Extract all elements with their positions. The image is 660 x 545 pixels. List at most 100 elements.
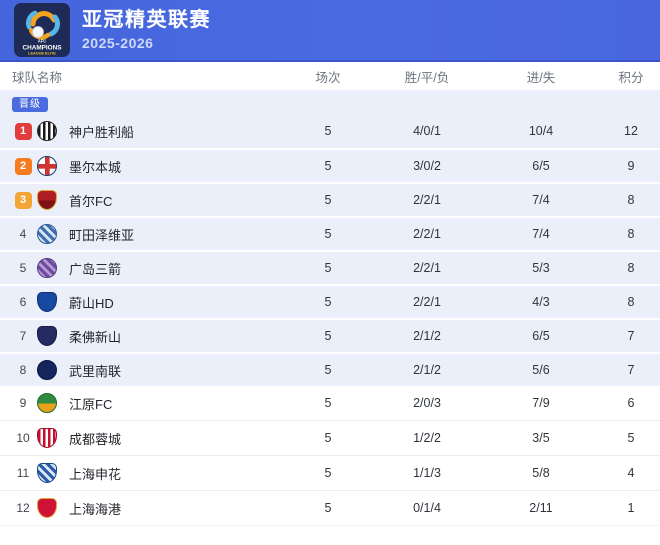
points: 8 xyxy=(602,227,660,241)
league-titles: 亚冠精英联赛 2025-2026 xyxy=(82,9,211,51)
points: 8 xyxy=(602,261,660,275)
matches-played: 5 xyxy=(282,261,374,275)
win-draw-loss: 2/2/1 xyxy=(374,193,480,207)
win-draw-loss: 1/2/2 xyxy=(374,431,480,445)
win-draw-loss: 3/0/2 xyxy=(374,159,480,173)
win-draw-loss: 1/1/3 xyxy=(374,466,480,480)
rank-badge: 6 xyxy=(15,294,32,311)
win-draw-loss: 4/0/1 xyxy=(374,124,480,138)
afc-logo-graphic: AFC CHAMPIONS LEAGUE ELITE xyxy=(14,3,70,57)
team-name: 成都蓉城 xyxy=(60,429,282,448)
win-draw-loss: 2/1/2 xyxy=(374,363,480,377)
points: 7 xyxy=(602,363,660,377)
rank-badge: 4 xyxy=(15,226,32,243)
team-name: 广岛三箭 xyxy=(60,259,282,278)
qualification-zone: 晋级 1 神户胜利船 5 4/0/1 10/4 12 2 墨尔本城 5 3/0/… xyxy=(0,90,660,386)
rank-badge: 11 xyxy=(15,465,32,482)
matches-played: 5 xyxy=(282,193,374,207)
points: 6 xyxy=(602,396,660,410)
matches-played: 5 xyxy=(282,431,374,445)
points: 1 xyxy=(602,501,660,515)
goals-for-against: 2/11 xyxy=(480,501,602,515)
win-draw-loss: 2/2/1 xyxy=(374,261,480,275)
goals-for-against: 4/3 xyxy=(480,295,602,309)
rank-badge: 8 xyxy=(15,362,32,379)
team-logo xyxy=(37,428,57,448)
table-header: 球队名称 场次 胜/平/负 进/失 积分 xyxy=(0,62,660,90)
win-draw-loss: 0/1/4 xyxy=(374,501,480,515)
win-draw-loss: 2/2/1 xyxy=(374,227,480,241)
points: 12 xyxy=(602,124,660,138)
goals-for-against: 3/5 xyxy=(480,431,602,445)
team-logo xyxy=(37,292,57,312)
goals-for-against: 6/5 xyxy=(480,159,602,173)
column-header-team: 球队名称 xyxy=(12,67,282,86)
league-title: 亚冠精英联赛 xyxy=(82,9,211,32)
team-logo xyxy=(37,258,57,278)
goals-for-against: 7/9 xyxy=(480,396,602,410)
team-logo xyxy=(37,393,57,413)
table-row[interactable]: 6 蔚山HD 5 2/2/1 4/3 8 xyxy=(0,284,660,318)
table-row[interactable]: 3 首尔FC 5 2/2/1 7/4 8 xyxy=(0,182,660,216)
column-header-points: 积分 xyxy=(602,67,660,86)
table-row[interactable]: 4 町田泽维亚 5 2/2/1 7/4 8 xyxy=(0,216,660,250)
qualification-badge: 晋级 xyxy=(12,97,48,112)
league-banner: AFC CHAMPIONS LEAGUE ELITE 亚冠精英联赛 2025-2… xyxy=(0,0,660,62)
column-header-played: 场次 xyxy=(282,67,374,86)
league-season: 2025-2026 xyxy=(82,35,211,51)
team-name: 神户胜利船 xyxy=(60,122,282,141)
rank-badge: 9 xyxy=(15,395,32,412)
logo-text-champions: CHAMPIONS xyxy=(22,45,62,52)
rank-badge: 5 xyxy=(15,260,32,277)
goals-for-against: 5/3 xyxy=(480,261,602,275)
team-logo xyxy=(37,156,57,176)
team-name: 上海申花 xyxy=(60,464,282,483)
team-name: 上海海港 xyxy=(60,499,282,518)
matches-played: 5 xyxy=(282,329,374,343)
logo-text-afc: AFC xyxy=(38,39,47,44)
team-name: 墨尔本城 xyxy=(60,157,282,176)
rank-badge: 12 xyxy=(15,500,32,517)
table-row[interactable]: 2 墨尔本城 5 3/0/2 6/5 9 xyxy=(0,148,660,182)
team-name: 蔚山HD xyxy=(60,293,282,312)
matches-played: 5 xyxy=(282,363,374,377)
win-draw-loss: 2/0/3 xyxy=(374,396,480,410)
table-row[interactable]: 8 武里南联 5 2/1/2 5/6 7 xyxy=(0,352,660,386)
team-name: 町田泽维亚 xyxy=(60,225,282,244)
table-row[interactable]: 5 广岛三箭 5 2/2/1 5/3 8 xyxy=(0,250,660,284)
points: 9 xyxy=(602,159,660,173)
team-name: 江原FC xyxy=(60,394,282,413)
matches-played: 5 xyxy=(282,124,374,138)
table-row[interactable]: 7 柔佛新山 5 2/1/2 6/5 7 xyxy=(0,318,660,352)
matches-played: 5 xyxy=(282,295,374,309)
rank-badge: 10 xyxy=(15,430,32,447)
team-logo xyxy=(37,463,57,483)
matches-played: 5 xyxy=(282,227,374,241)
column-header-wdl: 胜/平/负 xyxy=(374,67,480,86)
points: 8 xyxy=(602,295,660,309)
rank-badge: 1 xyxy=(15,123,32,140)
win-draw-loss: 2/2/1 xyxy=(374,295,480,309)
team-logo xyxy=(37,190,57,210)
matches-played: 5 xyxy=(282,501,374,515)
team-logo xyxy=(37,224,57,244)
points: 7 xyxy=(602,329,660,343)
goals-for-against: 10/4 xyxy=(480,124,602,138)
team-name: 首尔FC xyxy=(60,191,282,210)
table-row[interactable]: 1 神户胜利船 5 4/0/1 10/4 12 xyxy=(0,114,660,148)
team-name: 柔佛新山 xyxy=(60,327,282,346)
table-row[interactable]: 10 成都蓉城 5 1/2/2 3/5 5 xyxy=(0,421,660,456)
team-logo xyxy=(37,498,57,518)
win-draw-loss: 2/1/2 xyxy=(374,329,480,343)
logo-text-league-elite: LEAGUE ELITE xyxy=(28,52,56,56)
points: 5 xyxy=(602,431,660,445)
table-row[interactable]: 11 上海申花 5 1/1/3 5/8 4 xyxy=(0,456,660,491)
goals-for-against: 5/6 xyxy=(480,363,602,377)
goals-for-against: 7/4 xyxy=(480,227,602,241)
rank-badge: 7 xyxy=(15,328,32,345)
rank-badge: 2 xyxy=(15,158,32,175)
goals-for-against: 5/8 xyxy=(480,466,602,480)
team-logo xyxy=(37,326,57,346)
table-row[interactable]: 9 江原FC 5 2/0/3 7/9 6 xyxy=(0,386,660,421)
table-row[interactable]: 12 上海海港 5 0/1/4 2/11 1 xyxy=(0,491,660,526)
